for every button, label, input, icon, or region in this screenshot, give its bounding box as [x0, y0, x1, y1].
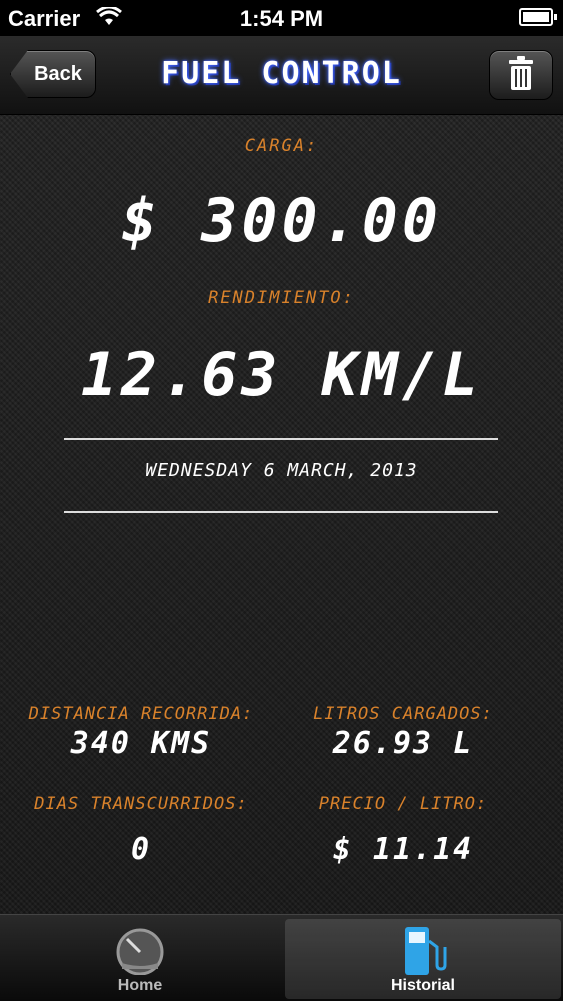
precio-label: Precio / Litro:	[318, 794, 488, 814]
gauge-icon	[113, 925, 167, 980]
carga-label: Carga:	[244, 136, 319, 156]
status-bar: Carrier 1:54 PM	[0, 0, 563, 36]
tab-home[interactable]: Home	[2, 919, 278, 999]
rendimiento-label: Rendimiento:	[208, 288, 355, 308]
divider-top	[64, 438, 498, 440]
precio-value: $ 11.14	[332, 832, 474, 867]
fuel-pump-icon	[399, 925, 447, 982]
litros-value: 26.93 L	[332, 726, 474, 761]
distancia-value: 340 KMS	[70, 726, 212, 761]
carga-value: $ 300.00	[121, 186, 442, 256]
divider-bottom	[64, 511, 498, 513]
tab-historial[interactable]: Historial	[285, 919, 561, 999]
battery-icon	[519, 8, 557, 26]
app-title-logo: Fuel Control	[161, 56, 402, 91]
rendimiento-value: 12.63 KM/L	[80, 340, 483, 410]
dias-label: Dias transcurridos:	[34, 794, 248, 814]
clock-time: 1:54 PM	[239, 6, 324, 31]
distancia-label: Distancia recorrida:	[28, 704, 254, 724]
dias-value: 0	[130, 832, 152, 867]
litros-label: Litros cargados:	[313, 704, 493, 724]
record-date: Wednesday 6 March, 2013	[145, 460, 418, 481]
tab-bar: Home Historial	[0, 914, 563, 1001]
